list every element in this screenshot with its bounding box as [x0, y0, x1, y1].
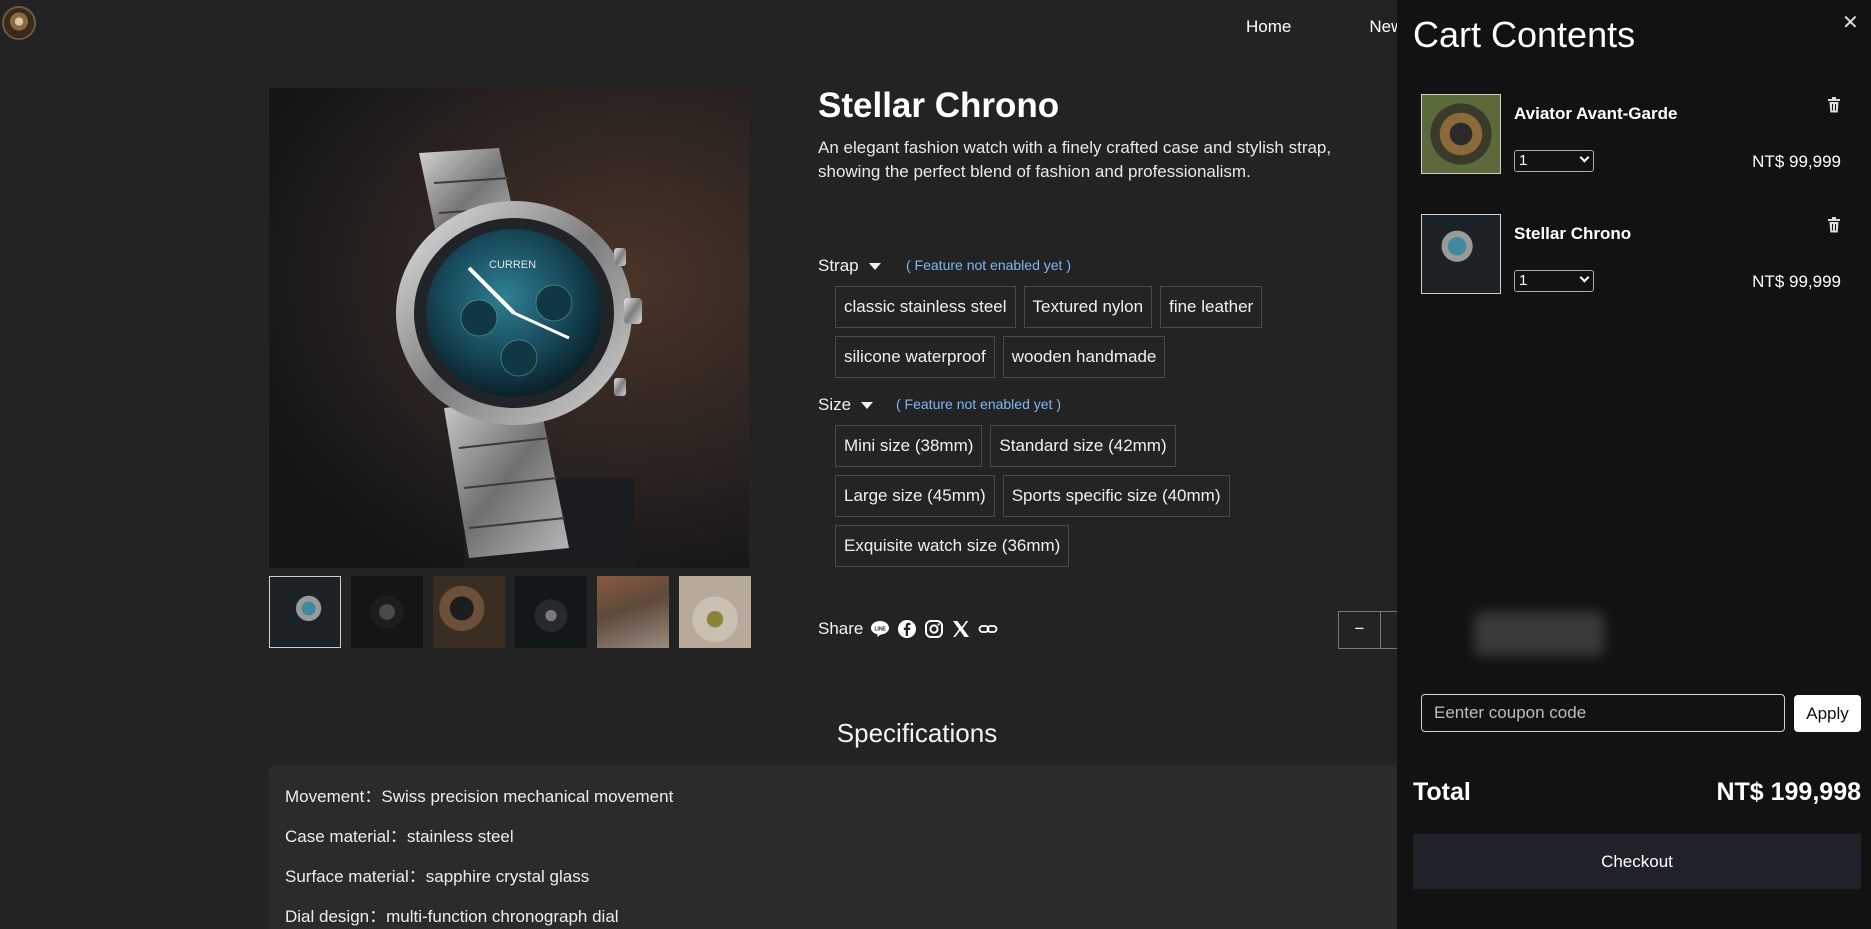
apply-coupon-button[interactable]: Apply: [1794, 695, 1861, 732]
trash-icon[interactable]: [1827, 97, 1841, 113]
thumbnail-5[interactable]: [597, 576, 669, 648]
coupon-input[interactable]: [1421, 694, 1785, 732]
decrement-button[interactable]: −: [1339, 612, 1381, 648]
size-option[interactable]: Standard size (42mm): [990, 425, 1176, 467]
chevron-down-icon: [1579, 272, 1590, 283]
total-value: NT$ 199,998: [1716, 778, 1861, 806]
spec-row: Movement：Swiss precision mechanical move…: [285, 787, 674, 806]
strap-option[interactable]: silicone waterproof: [835, 336, 995, 378]
size-options: Mini size (38mm) Standard size (42mm) La…: [835, 425, 1335, 567]
caret-down-icon: [868, 262, 881, 270]
size-dropdown[interactable]: Size: [818, 395, 874, 415]
product-description: An elegant fashion watch with a finely c…: [818, 136, 1398, 184]
share-bar: Share LINE: [818, 619, 998, 639]
thumbnail-1[interactable]: [269, 576, 341, 648]
cart-item-qty-select[interactable]: 1: [1514, 150, 1594, 172]
spec-row: Case material：stainless steel: [285, 827, 514, 846]
cart-item: Aviator Avant-Garde 1 NT$ 99,999: [1421, 94, 1841, 174]
spec-row: Dial design：multi-function chronograph d…: [285, 907, 619, 926]
size-option[interactable]: Mini size (38mm): [835, 425, 983, 467]
strap-option[interactable]: wooden handmade: [1002, 336, 1166, 378]
caret-down-icon: [861, 401, 874, 409]
cart-item-qty: 1: [1519, 152, 1528, 169]
strap-note: ( Feature not enabled yet ): [906, 257, 1071, 273]
blurred-background-element: [1474, 612, 1604, 656]
strap-option[interactable]: Textured nylon: [1023, 286, 1153, 328]
svg-text:LINE: LINE: [875, 627, 887, 633]
strap-option[interactable]: classic stainless steel: [835, 286, 1016, 328]
cart-item: Stellar Chrono 1 NT$ 99,999: [1421, 214, 1841, 294]
product-title: Stellar Chrono: [818, 86, 1060, 125]
total-label: Total: [1413, 778, 1471, 806]
nav-item-home[interactable]: Home: [1246, 17, 1291, 37]
cart-item-price: NT$ 99,999: [1752, 152, 1841, 171]
thumbnail-3[interactable]: [433, 576, 505, 648]
product-description-text: An elegant fashion watch with a finely c…: [818, 138, 1332, 181]
cart-title: Cart Contents: [1413, 14, 1636, 55]
strap-options: classic stainless steel Textured nylon f…: [835, 286, 1397, 378]
thumbnail-4[interactable]: [515, 576, 587, 648]
spec-row: Surface material：sapphire crystal glass: [285, 867, 590, 886]
trash-icon[interactable]: [1827, 217, 1841, 233]
watch-image: CURREN: [396, 148, 642, 568]
chevron-down-icon: [1579, 152, 1590, 163]
thumbnail-6[interactable]: [679, 576, 751, 648]
cart-item-qty: 1: [1519, 272, 1528, 289]
x-icon[interactable]: [951, 619, 971, 639]
thumbnail-strip: [269, 576, 751, 648]
size-label: Size: [818, 395, 852, 414]
brand-logo[interactable]: [2, 6, 36, 40]
svg-text:CURREN: CURREN: [489, 259, 536, 271]
top-nav: Home New: [1246, 17, 1403, 37]
cart-item-price: NT$ 99,999: [1752, 272, 1841, 291]
instagram-icon[interactable]: [924, 619, 944, 639]
size-option[interactable]: Large size (45mm): [835, 475, 995, 517]
cart-item-image: [1421, 94, 1501, 174]
cart-item-image: [1421, 214, 1501, 294]
strap-option[interactable]: fine leather: [1160, 286, 1263, 328]
link-icon[interactable]: [978, 619, 998, 639]
checkout-button[interactable]: Checkout: [1413, 834, 1861, 889]
size-option[interactable]: Exquisite watch size (36mm): [835, 525, 1070, 567]
size-option[interactable]: Sports specific size (40mm): [1002, 475, 1230, 517]
line-icon[interactable]: LINE: [870, 619, 890, 639]
strap-dropdown[interactable]: Strap: [818, 256, 881, 276]
strap-label: Strap: [818, 256, 859, 275]
share-label: Share: [818, 619, 864, 638]
close-icon[interactable]: ✕: [1842, 10, 1859, 35]
thumbnail-2[interactable]: [351, 576, 423, 648]
cart-item-qty-select[interactable]: 1: [1514, 270, 1594, 292]
cart-item-name: Aviator Avant-Garde: [1514, 104, 1678, 123]
facebook-icon[interactable]: [897, 619, 917, 639]
cart-item-name: Stellar Chrono: [1514, 224, 1632, 243]
size-note: ( Feature not enabled yet ): [896, 396, 1061, 412]
product-main-image: CURREN: [269, 88, 749, 568]
